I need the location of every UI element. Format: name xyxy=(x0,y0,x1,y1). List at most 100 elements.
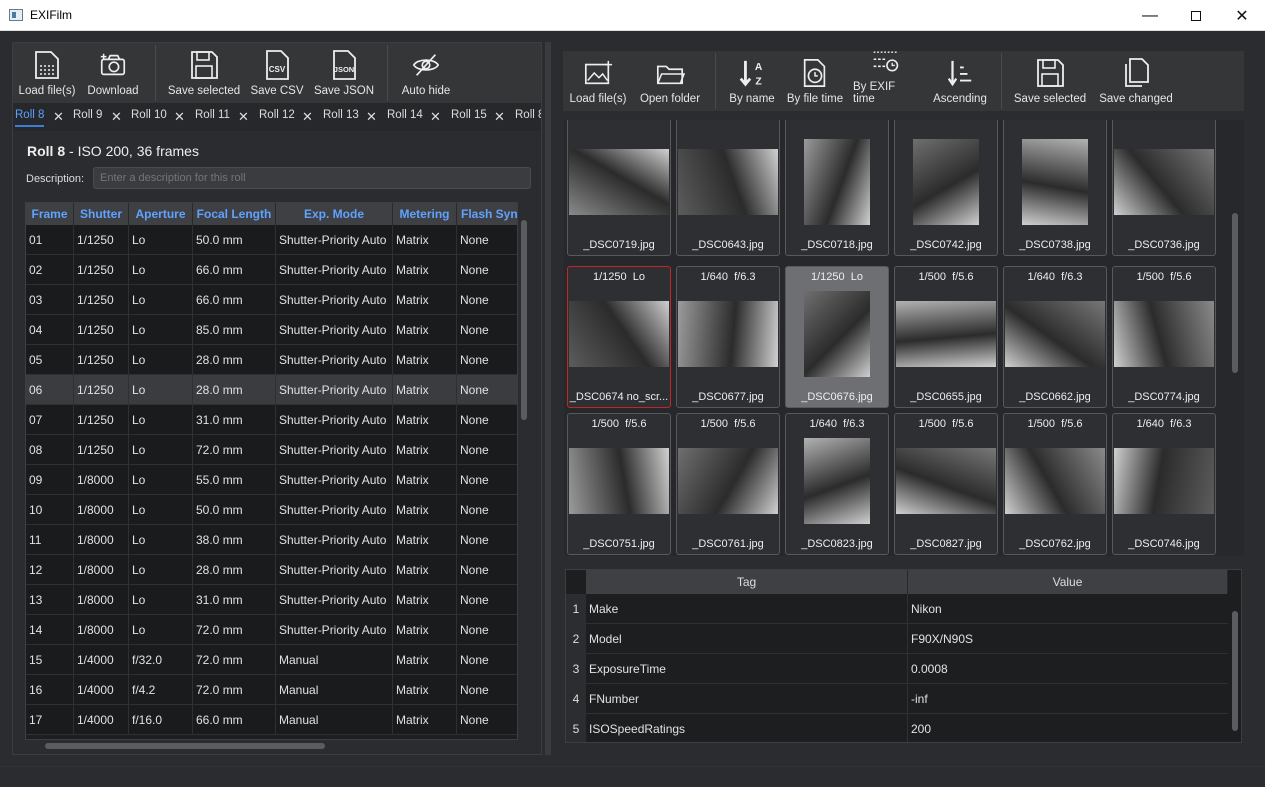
cell-metering[interactable]: Matrix xyxy=(393,675,457,705)
thumbnail-card[interactable]: _DSC0738.jpg xyxy=(1003,120,1107,256)
column-header-frame[interactable]: Frame xyxy=(26,203,74,225)
cell-shutter[interactable]: 1/1250 xyxy=(74,435,129,465)
cell-shutter[interactable]: 1/1250 xyxy=(74,285,129,315)
cell-metering[interactable]: Matrix xyxy=(393,435,457,465)
cell-shutter[interactable]: 1/1250 xyxy=(74,255,129,285)
cell-flash-sync[interactable]: None xyxy=(457,315,517,345)
cell-metering[interactable]: Matrix xyxy=(393,255,457,285)
cell-exp-mode[interactable]: Shutter-Priority Auto xyxy=(276,555,393,585)
table-row[interactable]: 05 1/1250 Lo 28.0 mm Shutter-Priority Auto Ma… xyxy=(26,345,517,375)
cell-focal-length[interactable]: 50.0 mm xyxy=(193,495,276,525)
cell-focal-length[interactable]: 66.0 mm xyxy=(193,255,276,285)
cell-shutter[interactable]: 1/4000 xyxy=(74,675,129,705)
exif-value[interactable]: -inf xyxy=(908,684,1228,714)
close-tab-icon[interactable]: ✕ xyxy=(302,109,313,125)
table-row[interactable]: 03 1/1250 Lo 66.0 mm Shutter-Priority Auto Ma… xyxy=(26,285,517,315)
cell-focal-length[interactable]: 31.0 mm xyxy=(193,585,276,615)
exif-tag[interactable]: ExposureTime xyxy=(586,654,908,684)
cell-flash-sync[interactable]: None xyxy=(457,435,517,465)
cell-focal-length[interactable]: 85.0 mm xyxy=(193,315,276,345)
cell-frame[interactable]: 09 xyxy=(26,465,74,495)
thumbnail-card[interactable]: _DSC0742.jpg xyxy=(894,120,998,256)
cell-aperture[interactable]: Lo xyxy=(129,435,193,465)
cell-flash-sync[interactable]: None xyxy=(457,285,517,315)
cell-metering[interactable]: Matrix xyxy=(393,525,457,555)
exif-value[interactable]: 0.0008 xyxy=(908,654,1228,684)
close-tab-icon[interactable]: ✕ xyxy=(366,109,377,125)
load-images-button[interactable]: Load file(s) xyxy=(565,51,631,111)
cell-focal-length[interactable]: 72.0 mm xyxy=(193,675,276,705)
cell-metering[interactable]: Matrix xyxy=(393,555,457,585)
cell-frame[interactable]: 05 xyxy=(26,345,74,375)
exif-row[interactable]: 1 Make Nikon xyxy=(566,594,1228,624)
exif-row[interactable]: 5 ISOSpeedRatings 200 xyxy=(566,714,1228,742)
thumbnail-card[interactable]: 1/640 f/6.3 _DSC0662.jpg xyxy=(1003,266,1107,408)
cell-frame[interactable]: 06 xyxy=(26,375,74,405)
cell-flash-sync[interactable]: None xyxy=(457,225,517,255)
cell-focal-length[interactable]: 50.0 mm xyxy=(193,225,276,255)
cell-shutter[interactable]: 1/1250 xyxy=(74,405,129,435)
column-header-tag[interactable]: Tag xyxy=(586,570,908,594)
cell-metering[interactable]: Matrix xyxy=(393,495,457,525)
save-changed-button[interactable]: Save changed xyxy=(1097,51,1175,111)
exif-value[interactable]: 200 xyxy=(908,714,1228,742)
sort-by-name-button[interactable]: AZ By name xyxy=(725,51,779,111)
save-csv-button[interactable]: CSV Save CSV xyxy=(249,43,305,103)
thumbnail-card[interactable]: 1/500 f/5.6 _DSC0774.jpg xyxy=(1112,266,1216,408)
cell-exp-mode[interactable]: Shutter-Priority Auto xyxy=(276,615,393,645)
table-row[interactable]: 16 1/4000 f/4.2 72.0 mm Manual Matrix None xyxy=(26,675,517,705)
gallery-exif-splitter[interactable] xyxy=(564,560,1244,566)
cell-frame[interactable]: 17 xyxy=(26,705,74,735)
cell-frame[interactable]: 11 xyxy=(26,525,74,555)
scrollbar-thumb[interactable] xyxy=(521,220,527,420)
exif-value[interactable]: F90X/N90S xyxy=(908,624,1228,654)
cell-flash-sync[interactable]: None xyxy=(457,555,517,585)
cell-exp-mode[interactable]: Shutter-Priority Auto xyxy=(276,375,393,405)
cell-metering[interactable]: Matrix xyxy=(393,585,457,615)
column-header-aperture[interactable]: Aperture xyxy=(129,203,193,225)
cell-flash-sync[interactable]: None xyxy=(457,615,517,645)
cell-frame[interactable]: 15 xyxy=(26,645,74,675)
thumbnail-card[interactable]: _DSC0719.jpg xyxy=(567,120,671,256)
cell-metering[interactable]: Matrix xyxy=(393,285,457,315)
table-row[interactable]: 14 1/8000 Lo 72.0 mm Shutter-Priority Auto Ma… xyxy=(26,615,517,645)
column-header-value[interactable]: Value xyxy=(908,570,1228,594)
table-row[interactable]: 10 1/8000 Lo 50.0 mm Shutter-Priority Auto Ma… xyxy=(26,495,517,525)
cell-focal-length[interactable]: 66.0 mm xyxy=(193,705,276,735)
cell-aperture[interactable]: Lo xyxy=(129,375,193,405)
cell-focal-length[interactable]: 28.0 mm xyxy=(193,555,276,585)
cell-metering[interactable]: Matrix xyxy=(393,345,457,375)
cell-exp-mode[interactable]: Shutter-Priority Auto xyxy=(276,345,393,375)
tab-roll-13[interactable]: Roll 13 xyxy=(323,109,359,127)
cell-frame[interactable]: 16 xyxy=(26,675,74,705)
cell-metering[interactable]: Matrix xyxy=(393,705,457,735)
thumbnail-card[interactable]: _DSC0718.jpg xyxy=(785,120,889,256)
cell-frame[interactable]: 14 xyxy=(26,615,74,645)
cell-shutter[interactable]: 1/8000 xyxy=(74,615,129,645)
cell-shutter[interactable]: 1/4000 xyxy=(74,645,129,675)
exif-row[interactable]: 3 ExposureTime 0.0008 xyxy=(566,654,1228,684)
sort-by-file-time-button[interactable]: By file time xyxy=(785,51,845,111)
cell-aperture[interactable]: Lo xyxy=(129,495,193,525)
save-selected-right-button[interactable]: Save selected xyxy=(1011,51,1089,111)
close-tab-icon[interactable]: ✕ xyxy=(53,109,64,125)
table-row[interactable]: 15 1/4000 f/32.0 72.0 mm Manual Matrix None xyxy=(26,645,517,675)
scrollbar-thumb[interactable] xyxy=(45,743,325,749)
thumbnail-card[interactable]: 1/640 f/6.3 _DSC0823.jpg xyxy=(785,413,889,555)
table-row[interactable]: 02 1/1250 Lo 66.0 mm Shutter-Priority Auto Ma… xyxy=(26,255,517,285)
ascending-button[interactable]: Ascending xyxy=(927,51,993,111)
cell-aperture[interactable]: Lo xyxy=(129,585,193,615)
cell-frame[interactable]: 08 xyxy=(26,435,74,465)
pane-splitter[interactable] xyxy=(545,42,551,755)
cell-exp-mode[interactable]: Shutter-Priority Auto xyxy=(276,495,393,525)
thumbnail-card[interactable]: 1/500 f/5.6 _DSC0827.jpg xyxy=(894,413,998,555)
cell-aperture[interactable]: f/16.0 xyxy=(129,705,193,735)
cell-flash-sync[interactable]: None xyxy=(457,345,517,375)
sort-by-exif-time-button[interactable]: By EXIF time xyxy=(853,51,919,111)
cell-focal-length[interactable]: 55.0 mm xyxy=(193,465,276,495)
cell-aperture[interactable]: f/4.2 xyxy=(129,675,193,705)
cell-shutter[interactable]: 1/8000 xyxy=(74,495,129,525)
cell-focal-length[interactable]: 28.0 mm xyxy=(193,375,276,405)
save-selected-button[interactable]: Save selected xyxy=(165,43,243,103)
table-row[interactable]: 12 1/8000 Lo 28.0 mm Shutter-Priority Auto Ma… xyxy=(26,555,517,585)
